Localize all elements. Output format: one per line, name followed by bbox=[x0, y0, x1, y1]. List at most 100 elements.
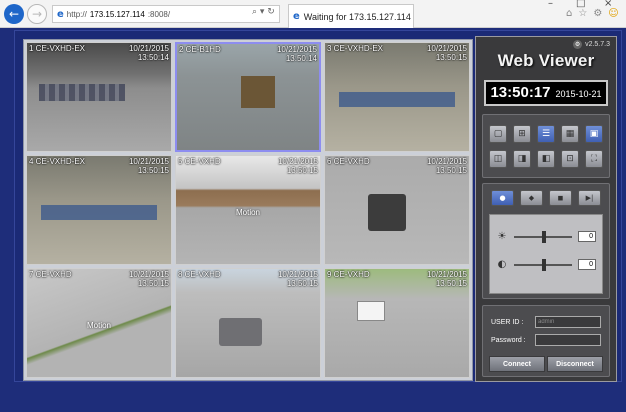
version-label: v2.5.7.3 bbox=[585, 41, 610, 48]
playback-buttons: ● ◆ ◼ ▶| bbox=[491, 190, 601, 206]
layout-nine-icon[interactable]: ☰ bbox=[537, 124, 555, 143]
brightness-icon: ☀ bbox=[497, 231, 507, 242]
camera-date: 10/21/2015 bbox=[277, 270, 318, 279]
camera-name: 5 CE-VXHD bbox=[178, 157, 221, 166]
layout-custom-icon[interactable]: ▣ bbox=[585, 124, 603, 143]
camera-date: 10/21/2015 bbox=[426, 44, 467, 53]
password-row: Password : bbox=[491, 334, 601, 346]
fullscreen-icon[interactable]: ⛶ bbox=[585, 149, 603, 168]
playback-controls: ● ◆ ◼ ▶| ☀ 0 ◐ 0 bbox=[482, 183, 610, 299]
layout-buttons: ▢ ⊞ ☰ ▦ ▣ ◫ ◨ ◧ ⊡ ⛶ bbox=[482, 114, 610, 178]
favorites-star-icon[interactable]: ☆ bbox=[578, 8, 587, 19]
layout-right-icon[interactable]: ◨ bbox=[513, 149, 531, 168]
camera-name: 2 CE-B1HD bbox=[179, 45, 221, 54]
url-host: 173.15.127.114 bbox=[89, 9, 145, 19]
camera-grid: 1 CE-VXHD-EX 10/21/2015 13:50:14 2 CE-B1… bbox=[23, 39, 473, 381]
camera-tile-1[interactable]: 1 CE-VXHD-EX 10/21/2015 13:50:14 bbox=[26, 42, 172, 152]
camera-tile-5[interactable]: 5 CE-VXHD 10/21/2015 13:50:15 Motion bbox=[175, 155, 321, 265]
url-port: :8008/ bbox=[147, 9, 171, 19]
brightness-value[interactable]: 0 bbox=[578, 231, 596, 242]
camera-tile-4[interactable]: 4 CE-VXHD-EX 10/21/2015 13:50:15 bbox=[26, 155, 172, 265]
tab-title: Waiting for 173.15.127.114 bbox=[303, 11, 411, 22]
image-adjustments: ☀ 0 ◐ 0 bbox=[489, 214, 603, 294]
settings-icon[interactable]: ⚙ bbox=[573, 40, 583, 49]
camera-date: 10/21/2015 bbox=[277, 157, 318, 166]
camera-tile-6[interactable]: 6 CE-VXHD 10/21/2015 13:50:15 bbox=[324, 155, 470, 265]
camera-tile-8[interactable]: 8 CE-VXHD 10/21/2015 13:50:15 bbox=[175, 268, 321, 378]
ie-tab-icon: e bbox=[293, 11, 300, 22]
control-panel: ⚙ v2.5.7.3 Web Viewer 13:50:17 2015-10-2… bbox=[475, 36, 617, 382]
password-input[interactable] bbox=[535, 334, 601, 346]
layout-single-icon[interactable]: ▢ bbox=[489, 124, 507, 143]
layout-sixteen-icon[interactable]: ▦ bbox=[561, 124, 579, 143]
forward-arrow-icon[interactable]: → bbox=[27, 4, 47, 24]
contrast-value[interactable]: 0 bbox=[578, 259, 596, 270]
layout-center-icon[interactable]: ⊡ bbox=[561, 149, 579, 168]
login-form: USER ID : Password : Connect Disconnect bbox=[482, 305, 610, 377]
password-label: Password : bbox=[491, 336, 526, 344]
contrast-row: ◐ 0 bbox=[496, 258, 596, 271]
app-title: Web Viewer bbox=[497, 51, 595, 70]
contrast-slider[interactable] bbox=[514, 258, 572, 271]
user-id-label: USER ID : bbox=[491, 318, 524, 326]
user-id-row: USER ID : bbox=[491, 316, 601, 328]
camera-name: 4 CE-VXHD-EX bbox=[29, 157, 86, 166]
stop-icon[interactable]: ◼ bbox=[549, 190, 572, 206]
contrast-icon: ◐ bbox=[497, 259, 507, 270]
web-viewer: 1 CE-VXHD-EX 10/21/2015 13:50:14 2 CE-B1… bbox=[14, 30, 622, 382]
camera-tile-3[interactable]: 3 CE-VXHD-EX 10/21/2015 13:50:15 bbox=[324, 42, 470, 152]
camera-time: 13:50:15 bbox=[137, 279, 169, 288]
ptz-icon[interactable]: ◆ bbox=[520, 190, 543, 206]
minimize-icon[interactable]: – bbox=[548, 0, 553, 9]
camera-time: 13:50:14 bbox=[285, 54, 317, 63]
disconnect-button[interactable]: Disconnect bbox=[547, 356, 603, 372]
clock-date: 2015-10-21 bbox=[555, 89, 602, 99]
camera-name: 7 CE-VXHD bbox=[29, 270, 72, 279]
browser-toolbar: ← → e http://173.15.127.114:8008/ ⌕ ▾ ↻ … bbox=[0, 0, 626, 28]
version-info: ⚙ v2.5.7.3 bbox=[573, 40, 610, 49]
browser-toolbar-icons: ⌂ ☆ ⚙ ☺ bbox=[566, 8, 619, 19]
brightness-row: ☀ 0 bbox=[496, 230, 596, 243]
camera-name: 9 CE-VXHD bbox=[327, 270, 370, 279]
brightness-slider[interactable] bbox=[514, 230, 572, 243]
camera-time: 13:50:15 bbox=[435, 279, 467, 288]
camera-tile-2[interactable]: 2 CE-B1HD 10/21/2015 13:50:14 bbox=[175, 42, 321, 152]
settings-gear-icon[interactable]: ⚙ bbox=[593, 8, 602, 19]
url-scheme: http:// bbox=[66, 9, 87, 19]
home-icon[interactable]: ⌂ bbox=[566, 8, 572, 19]
camera-time: 13:50:14 bbox=[137, 53, 169, 62]
camera-date: 10/21/2015 bbox=[128, 44, 169, 53]
browser-tab[interactable]: e Waiting for 173.15.127.114 × bbox=[288, 4, 414, 28]
camera-date: 10/21/2015 bbox=[426, 157, 467, 166]
motion-label: Motion bbox=[235, 207, 260, 217]
camera-time: 13:50:15 bbox=[435, 166, 467, 175]
camera-time: 13:50:15 bbox=[137, 166, 169, 175]
layout-split-icon[interactable]: ◫ bbox=[489, 149, 507, 168]
search-refresh-icons[interactable]: ⌕ ▾ ↻ bbox=[252, 7, 275, 17]
camera-name: 6 CE-VXHD bbox=[327, 157, 370, 166]
camera-name: 1 CE-VXHD-EX bbox=[29, 44, 86, 53]
play-next-icon[interactable]: ▶| bbox=[578, 190, 601, 206]
camera-date: 10/21/2015 bbox=[276, 45, 317, 54]
clock-time: 13:50:17 bbox=[490, 84, 551, 101]
camera-tile-7[interactable]: 7 CE-VXHD 10/21/2015 13:50:15 Motion bbox=[26, 268, 172, 378]
connect-button[interactable]: Connect bbox=[489, 356, 545, 372]
record-icon[interactable]: ● bbox=[491, 190, 514, 206]
feedback-smiley-icon[interactable]: ☺ bbox=[608, 8, 618, 19]
camera-name: 8 CE-VXHD bbox=[178, 270, 221, 279]
user-id-input[interactable] bbox=[535, 316, 601, 328]
address-bar[interactable]: e http://173.15.127.114:8008/ bbox=[52, 5, 280, 23]
camera-date: 10/21/2015 bbox=[128, 157, 169, 166]
camera-time: 13:50:15 bbox=[286, 166, 318, 175]
camera-tile-9[interactable]: 9 CE-VXHD 10/21/2015 13:50:15 bbox=[324, 268, 470, 378]
motion-label: Motion bbox=[86, 320, 111, 330]
login-buttons: Connect Disconnect bbox=[489, 356, 603, 372]
camera-date: 10/21/2015 bbox=[128, 270, 169, 279]
layout-left-icon[interactable]: ◧ bbox=[537, 149, 555, 168]
camera-date: 10/21/2015 bbox=[426, 270, 467, 279]
camera-name: 3 CE-VXHD-EX bbox=[327, 44, 384, 53]
clock-display: 13:50:17 2015-10-21 bbox=[484, 80, 608, 106]
camera-time: 13:50:15 bbox=[435, 53, 467, 62]
layout-quad-icon[interactable]: ⊞ bbox=[513, 124, 531, 143]
back-arrow-icon[interactable]: ← bbox=[4, 4, 24, 24]
